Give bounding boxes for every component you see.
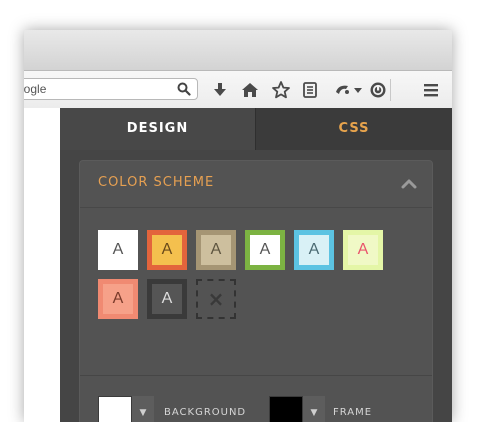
color-swatch-blue[interactable]: A	[294, 230, 334, 270]
download-button[interactable]	[210, 80, 230, 100]
download-icon	[214, 83, 226, 96]
color-swatch-orange[interactable]: A	[147, 230, 187, 270]
menu-button[interactable]	[421, 80, 441, 100]
tab-design[interactable]: DESIGN	[60, 108, 256, 150]
extension-icon	[336, 85, 349, 94]
toolbar-separator	[390, 79, 391, 101]
color-swatch-salmon[interactable]: A	[98, 279, 138, 319]
frame-color-swatch[interactable]	[269, 396, 303, 422]
design-panel: DESIGN CSS COLOR SCHEME A A A A A A A A …	[60, 108, 452, 422]
section-header[interactable]: COLOR SCHEME	[80, 161, 432, 208]
color-swatch-green[interactable]: A	[245, 230, 285, 270]
frame-color-picker[interactable]: ▼	[269, 396, 325, 422]
bookmark-star-icon	[272, 81, 290, 99]
history-button[interactable]	[368, 80, 388, 100]
browser-toolbar	[24, 71, 452, 109]
tab-css[interactable]: CSS	[256, 108, 452, 150]
reading-list-icon	[303, 82, 317, 98]
color-swatch-lime[interactable]: A	[343, 230, 383, 270]
background-color-swatch[interactable]	[98, 396, 132, 422]
frame-dropdown[interactable]: ▼	[303, 396, 325, 422]
section-title: COLOR SCHEME	[98, 175, 215, 190]
color-swatch-white[interactable]: A	[98, 230, 138, 270]
frame-label: FRAME	[333, 407, 373, 418]
chevron-up-icon[interactable]	[400, 175, 418, 193]
color-swatch-tan[interactable]: A	[196, 230, 236, 270]
hamburger-menu-icon	[424, 84, 438, 97]
search-input[interactable]	[24, 79, 167, 99]
background-label: BACKGROUND	[164, 407, 247, 418]
search-icon[interactable]	[177, 82, 191, 96]
close-icon: ×	[207, 287, 225, 311]
page-content	[24, 108, 60, 422]
clear-scheme-button[interactable]: ×	[196, 279, 236, 319]
home-icon	[242, 83, 258, 97]
chevron-down-icon	[354, 88, 362, 93]
history-icon	[370, 82, 386, 98]
extension-menu-button[interactable]	[352, 80, 364, 100]
color-swatch-dark[interactable]: A	[147, 279, 187, 319]
bookmark-button[interactable]	[271, 80, 291, 100]
home-button[interactable]	[240, 80, 260, 100]
panel-tabs: DESIGN CSS	[60, 108, 452, 150]
browser-window: DESIGN CSS COLOR SCHEME A A A A A A A A …	[24, 30, 452, 422]
background-color-picker[interactable]: ▼	[98, 396, 154, 422]
background-dropdown[interactable]: ▼	[132, 396, 154, 422]
reading-list-button[interactable]	[300, 80, 320, 100]
section-divider	[80, 375, 432, 376]
title-bar	[24, 30, 452, 71]
extension-button[interactable]	[332, 80, 352, 100]
search-box[interactable]	[24, 78, 198, 100]
color-scheme-section: COLOR SCHEME A A A A A A A A × ▼ BACKGRO…	[79, 160, 433, 422]
